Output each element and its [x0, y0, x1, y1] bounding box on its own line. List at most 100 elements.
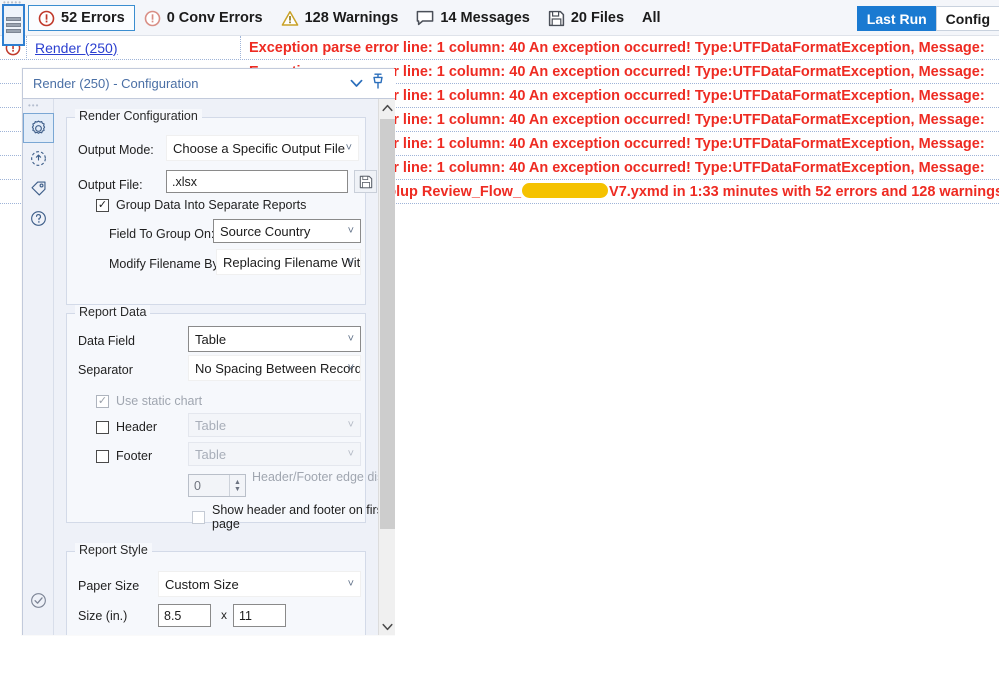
- toolbar-item-files[interactable]: 20 Files: [539, 5, 633, 31]
- checkbox-box: [96, 420, 109, 434]
- table-row[interactable]: Render (250) Exception parse error line:…: [0, 35, 999, 60]
- output-file-input[interactable]: .xlsx: [166, 170, 348, 193]
- summary-suffix: V7.yxmd in 1:33 minutes with 52 errors a…: [609, 184, 999, 200]
- chevron-down-icon: ˅: [347, 333, 354, 345]
- chevron-down-icon: ˅: [347, 225, 354, 237]
- scrollbar-thumb[interactable]: [380, 119, 395, 529]
- size-width-input[interactable]: 8.5: [158, 604, 211, 627]
- tool-link-render[interactable]: Render (250): [35, 40, 118, 56]
- modify-filename-select[interactable]: Replacing Filename With Group ˅: [216, 249, 361, 275]
- group-data-checkbox[interactable]: Group Data Into Separate Reports: [96, 198, 306, 212]
- paper-size-select[interactable]: Custom Size ˅: [158, 571, 361, 597]
- config-scrollbar[interactable]: [378, 99, 395, 635]
- gear-icon[interactable]: [23, 113, 54, 143]
- output-mode-row: Output Mode:: [78, 143, 154, 157]
- separator-label: Separator: [78, 363, 133, 377]
- size-width-value: 8.5: [164, 608, 182, 623]
- footer-label: Footer: [116, 449, 153, 463]
- grid-row-2: [6, 23, 21, 27]
- modify-filename-row: Modify Filename By:: [109, 257, 222, 271]
- edge-distance-value: 0: [194, 478, 201, 493]
- size-row: Size (in.): [78, 609, 127, 623]
- browse-save-button[interactable]: [354, 170, 377, 193]
- edge-distance-stepper[interactable]: 0 ▲ ▼: [188, 474, 246, 497]
- question-circle-icon[interactable]: [23, 203, 54, 233]
- header-checkbox[interactable]: Header: [96, 420, 157, 434]
- toolbar-item-messages-label: 14 Messages: [440, 10, 530, 26]
- footer-value: Table: [195, 446, 227, 462]
- edge-distance-label: Header/Footer edge distance (points): [252, 470, 395, 484]
- field-to-group-select[interactable]: Source Country ˅: [213, 219, 361, 243]
- toolbar-item-errors[interactable]: 52 Errors: [28, 5, 135, 31]
- toolbar-item-conv-errors[interactable]: 0 Conv Errors: [135, 5, 272, 31]
- separator-value: No Spacing Between Records: [195, 360, 361, 376]
- show-header-footer-first-page-checkbox[interactable]: Show header and footer on first page: [192, 503, 395, 531]
- configuration-panel-body: ••• Render Configuration Output Mode: Ch…: [23, 99, 395, 635]
- field-to-group-label: Field To Group On:: [109, 227, 215, 241]
- chevron-down-icon: ˅: [347, 362, 354, 374]
- checkbox-box: [96, 198, 109, 212]
- config-scroll-content: Render Configuration Output Mode: Choose…: [54, 99, 395, 635]
- toolbar-item-all[interactable]: All: [633, 5, 670, 31]
- row-tool-name-cell[interactable]: Render (250): [26, 35, 241, 60]
- run-mode-buttons: Last Run Config: [856, 6, 999, 31]
- separator-row: Separator: [78, 363, 133, 377]
- grid-row-3: [6, 29, 21, 33]
- config-button[interactable]: Config: [935, 6, 999, 31]
- footer-select: Table ˅: [188, 442, 361, 466]
- use-static-chart-checkbox[interactable]: Use static chart: [96, 394, 202, 408]
- configuration-panel-titlebar[interactable]: Render (250) - Configuration: [23, 69, 395, 99]
- report-data-legend: Report Data: [75, 305, 151, 319]
- toolbar-item-all-label: All: [642, 10, 661, 26]
- pin-icon[interactable]: [367, 73, 389, 94]
- output-mode-value: Choose a Specific Output File: [173, 140, 345, 156]
- output-mode-select[interactable]: Choose a Specific Output File ˅: [166, 135, 359, 161]
- grid-row-1: [6, 17, 21, 21]
- message-bubble-icon: [416, 10, 434, 26]
- size-height-input[interactable]: 11: [233, 604, 286, 627]
- last-run-button[interactable]: Last Run: [856, 6, 936, 31]
- footer-checkbox[interactable]: Footer: [96, 449, 152, 463]
- results-toolbar: ••••• 52 Errors 0 Conv Errors: [0, 0, 999, 46]
- toolbar-item-conv-errors-label: 0 Conv Errors: [166, 10, 263, 26]
- report-style-legend: Report Style: [75, 543, 152, 557]
- chevron-down-icon: ˅: [345, 142, 352, 154]
- data-field-select[interactable]: Table ˅: [188, 326, 361, 352]
- toolbar-item-files-label: 20 Files: [570, 10, 625, 26]
- paper-size-label: Paper Size: [78, 579, 140, 593]
- tag-icon[interactable]: [23, 173, 54, 203]
- show-header-footer-first-page-label: Show header and footer on first page: [212, 503, 387, 531]
- output-file-row: Output File:: [78, 178, 143, 192]
- chevron-down-icon[interactable]: [345, 76, 367, 91]
- save-disk-icon: [548, 10, 565, 27]
- toolbar-item-messages[interactable]: 14 Messages: [407, 5, 538, 31]
- header-label: Header: [116, 420, 157, 434]
- separator-select[interactable]: No Spacing Between Records ˅: [188, 355, 361, 381]
- rail-drag-dots[interactable]: •••: [28, 101, 39, 110]
- page-title: Render (250) - Configuration: [33, 76, 199, 91]
- redaction-highlight: [522, 183, 609, 198]
- scroll-up-arrow-icon[interactable]: [379, 99, 395, 116]
- size-label: Size (in.): [78, 609, 128, 623]
- data-field-row: Data Field: [78, 334, 135, 348]
- field-to-group-value: Source Country: [220, 223, 311, 239]
- checkbox-box: [192, 510, 205, 524]
- toolbar-filter-group: 52 Errors 0 Conv Errors 128 Warnings 14 …: [28, 0, 670, 36]
- check-circle-icon[interactable]: [23, 587, 54, 613]
- data-field-label: Data Field: [78, 334, 135, 348]
- size-height-value: 11: [239, 608, 252, 623]
- refresh-annotation-icon[interactable]: [23, 143, 54, 173]
- chevron-down-icon: ˅: [347, 448, 354, 460]
- modify-filename-label: Modify Filename By:: [109, 257, 223, 271]
- output-file-label: Output File:: [78, 178, 143, 192]
- header-value: Table: [195, 417, 227, 433]
- scroll-down-arrow-icon[interactable]: [379, 618, 395, 635]
- header-select: Table ˅: [188, 413, 361, 437]
- stepper-arrows[interactable]: ▲ ▼: [229, 475, 245, 496]
- group-data-label: Group Data Into Separate Reports: [116, 198, 307, 212]
- toolbar-item-warnings[interactable]: 128 Warnings: [272, 5, 408, 31]
- toolbar-item-errors-label: 52 Errors: [61, 10, 125, 26]
- field-to-group-row: Field To Group On:: [109, 227, 214, 241]
- render-configuration-legend: Render Configuration: [75, 109, 202, 123]
- results-grid-toggle-button[interactable]: [2, 4, 25, 46]
